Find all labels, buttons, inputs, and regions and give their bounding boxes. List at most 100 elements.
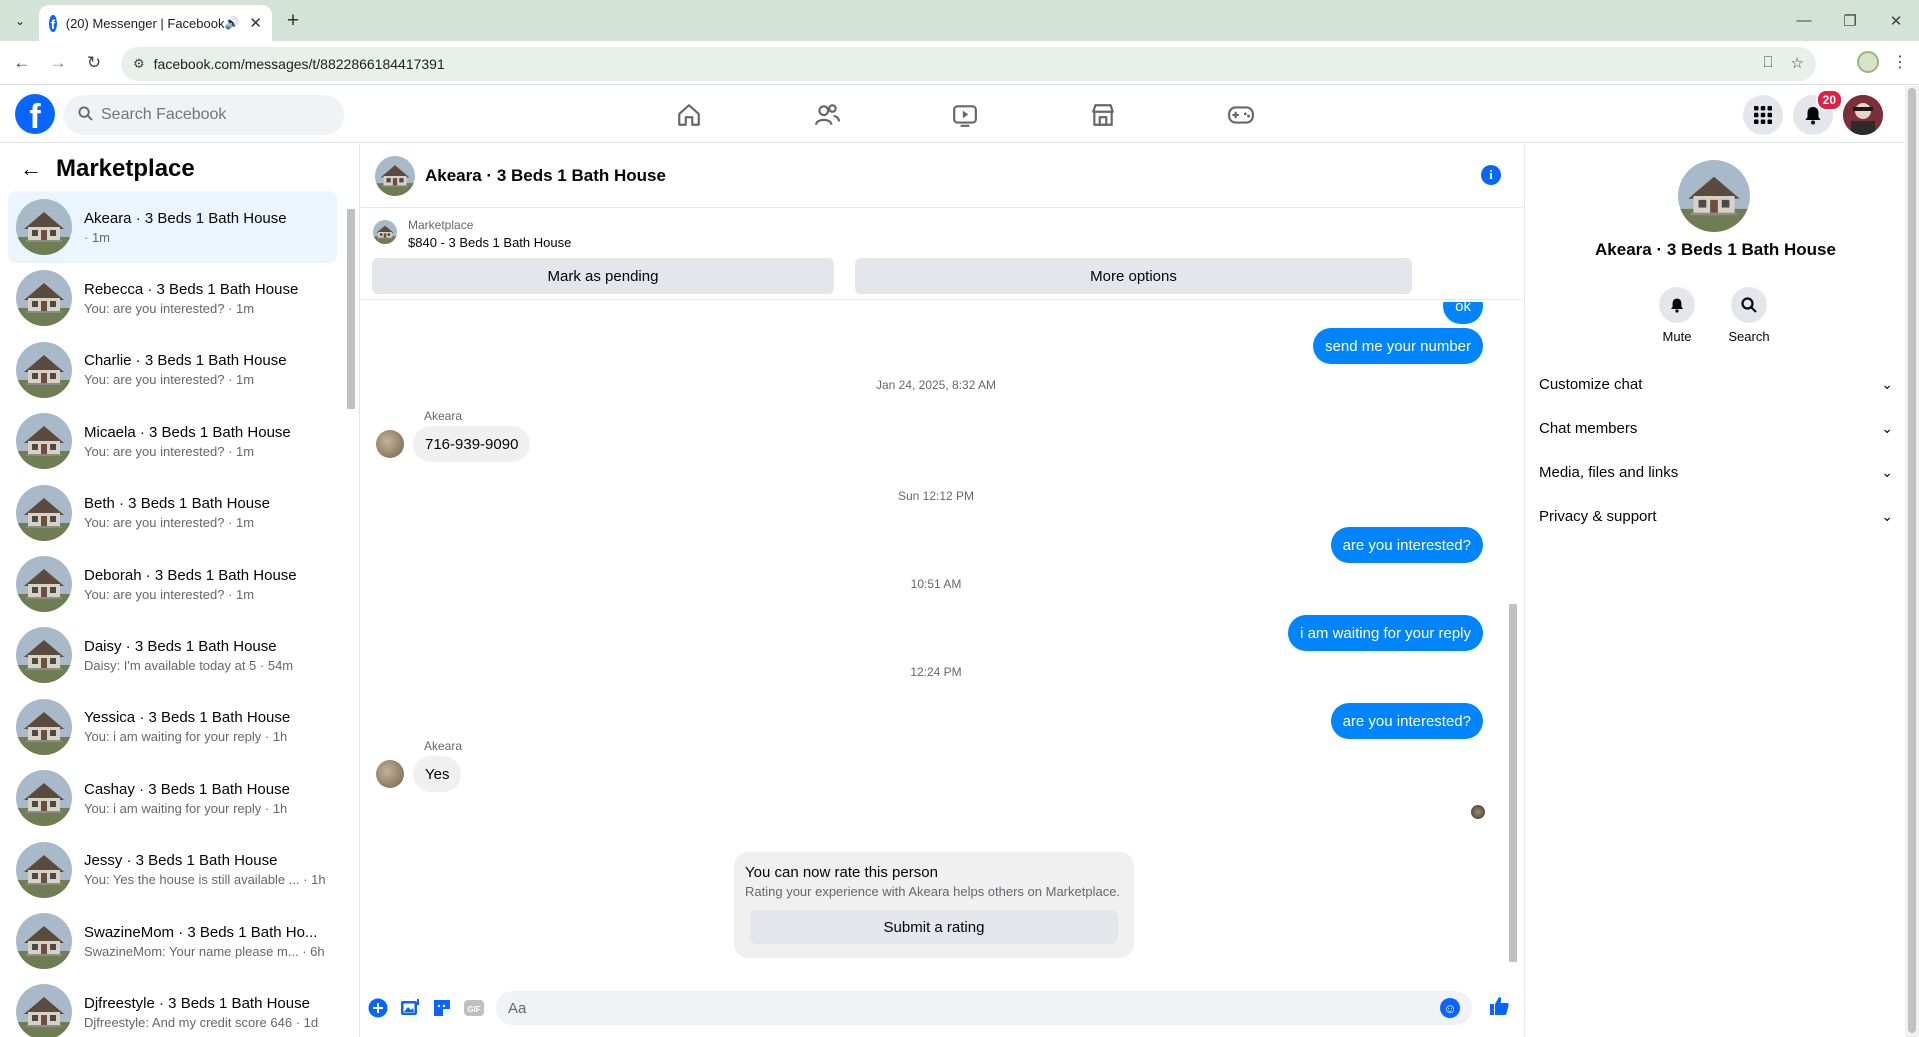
sidebar-scroll-thumb[interactable] [347, 209, 355, 409]
minimize-icon[interactable]: — [1781, 0, 1827, 41]
sender-avatar[interactable] [376, 760, 404, 788]
speaker-icon[interactable]: 🔊 [224, 16, 239, 30]
back-icon[interactable]: ← [8, 49, 36, 77]
listing-thumbnail[interactable] [373, 220, 397, 244]
restore-icon[interactable]: ❐ [1827, 0, 1873, 41]
page-scrollbar[interactable] [1905, 86, 1919, 1037]
message-input[interactable]: Aa ☺ [496, 991, 1472, 1025]
privacy-support-row[interactable]: Privacy & support ⌄ [1539, 498, 1893, 534]
plus-icon[interactable] [367, 997, 389, 1019]
video-icon [953, 104, 977, 127]
url-text: facebook.com/messages/t/8822866184417391 [153, 56, 445, 72]
info-icon[interactable]: i [1481, 165, 1501, 185]
browser-window: ⌄ f (20) Messenger | Facebook 🔊 ✕ + — ❐ … [0, 0, 1919, 1037]
conversation-item[interactable]: Daisy · 3 Beds 1 Bath House Daisy: I'm av… [8, 619, 337, 691]
listing-bar: Marketplace $840 - 3 Beds 1 Bath House M… [361, 208, 1523, 300]
conversation-item[interactable]: Akeara · 3 Beds 1 Bath House · 1m [8, 191, 337, 263]
back-arrow-icon[interactable]: ← [20, 156, 42, 182]
chat-listing-thumbnail[interactable] [375, 155, 415, 196]
details-title: Akeara · 3 Beds 1 Bath House [1595, 240, 1836, 259]
conversation-item[interactable]: Djfreestyle · 3 Beds 1 Bath House Djfrees… [8, 976, 337, 1037]
conversation-item[interactable]: Charlie · 3 Beds 1 Bath House You: are yo… [8, 334, 337, 406]
nav-marketplace[interactable] [1034, 86, 1172, 143]
conversation-name: Deborah · 3 Beds 1 Bath House [84, 566, 297, 584]
bookmark-star-icon[interactable]: ☆ [1791, 54, 1804, 72]
nav-gaming[interactable] [1172, 86, 1310, 143]
chevron-down-icon: ⌄ [1881, 507, 1893, 524]
conversation-snippet: You: are you interested? · 1m [84, 443, 255, 459]
account-avatar[interactable] [1843, 95, 1883, 135]
conversation-name: Cashay · 3 Beds 1 Bath House [84, 780, 290, 798]
thread-scrollbar[interactable] [1507, 304, 1519, 974]
mark-as-pending-button[interactable]: Mark as pending [372, 258, 834, 294]
sender-avatar[interactable] [376, 430, 404, 458]
friends-icon [815, 103, 840, 125]
tab-messenger[interactable]: f (20) Messenger | Facebook 🔊 ✕ [39, 5, 272, 41]
conversation-thumbnail [16, 413, 72, 470]
chat-members-row[interactable]: Chat members ⌄ [1539, 410, 1893, 446]
nav-home[interactable] [620, 86, 758, 143]
conversation-snippet: You: are you interested? · 1m [84, 372, 255, 388]
new-tab-icon[interactable]: + [280, 8, 306, 34]
conversation-item[interactable]: Yessica · 3 Beds 1 Bath House You: i am w… [8, 691, 337, 763]
sticker-icon[interactable] [431, 997, 453, 1019]
emoji-icon[interactable]: ☺ [1440, 998, 1460, 1018]
search-conversation-button[interactable]: Search [1719, 287, 1779, 344]
conversation-item[interactable]: Beth · 3 Beds 1 Bath House You: are you i… [8, 477, 337, 549]
chat-title[interactable]: Akeara · 3 Beds 1 Bath House [425, 166, 666, 186]
timestamp: Jan 24, 2025, 8:32 AM [875, 378, 997, 392]
mute-button[interactable]: Mute [1647, 287, 1707, 344]
details-listing-thumbnail[interactable] [1678, 160, 1750, 232]
sidebar-scrollbar[interactable] [345, 191, 356, 1037]
conversation-snippet: You: Yes the house is still available ..… [84, 872, 326, 888]
sidebar-header: ← Marketplace [0, 144, 350, 194]
tab-close-icon[interactable]: ✕ [249, 14, 262, 32]
page-scroll-thumb[interactable] [1908, 88, 1916, 1033]
conversation-item[interactable]: SwazineMom · 3 Beds 1 Bath Ho... SwazineM… [8, 905, 337, 977]
more-options-button[interactable]: More options [855, 258, 1412, 294]
install-app-icon[interactable]: ⎕ [1764, 54, 1773, 72]
address-bar[interactable]: ⚙ facebook.com/messages/t/88228661844173… [121, 47, 1816, 81]
facebook-search[interactable] [64, 95, 344, 135]
conversation-item[interactable]: Cashay · 3 Beds 1 Bath House You: i am wa… [8, 762, 337, 834]
conversation-item[interactable]: Deborah · 3 Beds 1 Bath House You: are yo… [8, 548, 337, 620]
facebook-logo-icon[interactable]: f [15, 94, 55, 134]
browser-menu-icon[interactable]: ⋮ [1891, 52, 1909, 72]
conversation-thumbnail [16, 984, 72, 1037]
sender-name: Akeara [424, 409, 463, 423]
facebook-favicon-icon: f [49, 14, 57, 32]
tab-title: (20) Messenger | Facebook [65, 15, 225, 31]
search-input[interactable] [101, 106, 301, 124]
forward-icon[interactable]: → [44, 49, 72, 77]
rating-card: You can now rate this person Rating your… [734, 852, 1134, 958]
rating-subtitle: Rating your experience with Akeara helps… [745, 884, 1121, 899]
conversation-item[interactable]: Jessy · 3 Beds 1 Bath House You: Yes the … [8, 834, 337, 906]
thread-scroll-thumb[interactable] [1509, 604, 1517, 962]
conversation-list: Akeara · 3 Beds 1 Bath House · 1m Rebecca … [0, 191, 345, 1037]
reload-icon[interactable]: ↻ [80, 49, 108, 77]
conversation-name: Jessy · 3 Beds 1 Bath House [84, 852, 278, 870]
notifications-button[interactable]: 20 [1793, 89, 1843, 135]
conversation-name: SwazineMom · 3 Beds 1 Bath Ho... [84, 923, 318, 941]
site-info-icon[interactable]: ⚙ [133, 56, 145, 72]
menu-grid-button[interactable] [1743, 95, 1783, 135]
photo-icon[interactable] [399, 997, 421, 1019]
tab-search-chevron-icon[interactable]: ⌄ [8, 9, 32, 33]
listing-title[interactable]: $840 - 3 Beds 1 Bath House [408, 235, 571, 250]
thumbs-up-icon[interactable] [1488, 995, 1510, 1017]
home-icon [678, 103, 700, 126]
nav-friends[interactable] [758, 86, 896, 143]
conversation-thumbnail [16, 841, 72, 898]
conversation-item[interactable]: Micaela · 3 Beds 1 Bath House You: are yo… [8, 405, 337, 477]
conversation-item[interactable]: Rebecca · 3 Beds 1 Bath House You: are yo… [8, 262, 337, 334]
customize-chat-row[interactable]: Customize chat ⌄ [1539, 366, 1893, 402]
gif-icon[interactable]: GIF [463, 997, 485, 1019]
conversation-name: Akeara · 3 Beds 1 Bath House [84, 209, 287, 227]
facebook-header: f Search Facebook 20 [0, 86, 1905, 143]
main-nav [620, 86, 1310, 143]
media-files-links-row[interactable]: Media, files and links ⌄ [1539, 454, 1893, 490]
nav-video[interactable] [896, 86, 1034, 143]
submit-rating-button[interactable]: Submit a rating [750, 910, 1118, 944]
profile-icon[interactable] [1857, 51, 1879, 73]
window-close-icon[interactable]: ✕ [1873, 0, 1919, 41]
